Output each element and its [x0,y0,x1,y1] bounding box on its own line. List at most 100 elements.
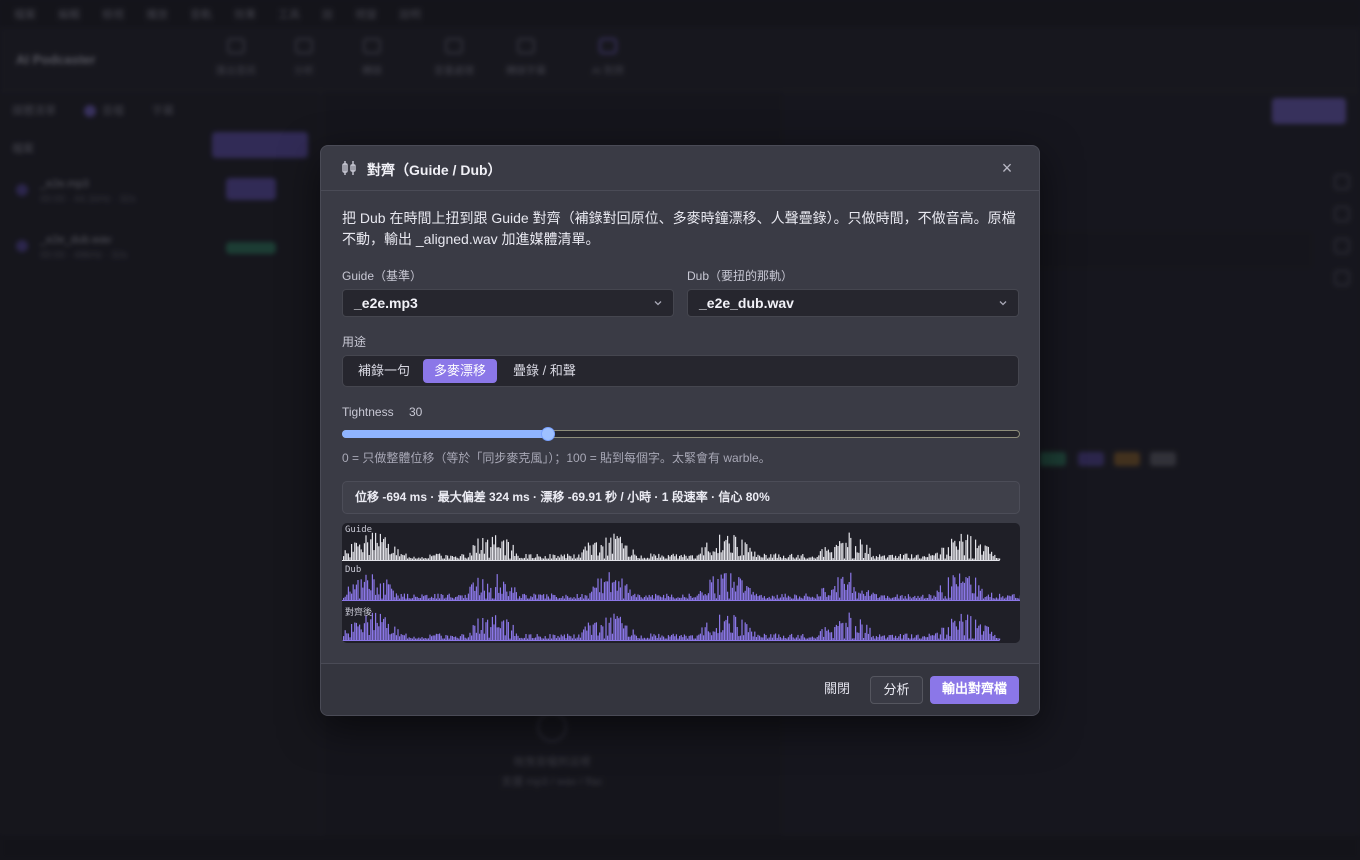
waveform-bar [515,553,517,560]
export-aligned-button[interactable]: 輸出對齊檔 [930,676,1019,704]
waveform-bar [938,592,940,600]
purpose-option-drift[interactable]: 多麥漂移 [423,359,498,383]
waveform-bar [397,595,399,600]
purpose-option-overdub[interactable]: 疊錄 / 和聲 [502,359,587,383]
waveform-bar [391,633,393,640]
waveform-bar [898,556,900,560]
waveform-bar [872,635,874,640]
waveform-bar [711,635,713,640]
slider-thumb[interactable] [541,427,555,441]
waveform-bar [503,540,505,560]
waveform-bar [555,597,557,600]
waveform-bar [848,532,850,560]
guide-label: Guide（基準） [342,269,423,283]
waveform-bar [679,636,681,640]
guide-select[interactable]: _e2e.mp3 [342,289,674,317]
waveform-bar [802,598,804,600]
waveform-bar [640,597,642,600]
waveform-bar [471,555,473,560]
analyze-button[interactable]: 分析 [870,676,923,704]
waveform-bar [413,636,415,640]
waveform-bar [509,591,511,600]
waveform-bar [448,558,450,560]
waveform-label: 對齊後 [345,608,373,618]
waveform-bar [792,637,794,640]
waveform-bar [907,594,909,600]
waveform-bar [887,637,889,640]
waveform-bar [394,597,396,600]
waveform-bar [943,547,945,560]
waveform-bar [650,633,652,640]
waveform-bar [453,598,455,600]
waveform-bar [511,550,513,560]
waveform-bar [573,554,575,560]
close-button[interactable]: 關閉 [811,676,863,704]
waveform-bar [906,598,908,600]
waveform-bar [861,590,863,600]
waveform-bar [362,552,364,560]
close-icon[interactable]: × [997,158,1017,178]
waveform-bar [443,638,445,640]
waveform-bar [709,552,711,560]
waveform-bar [504,555,506,560]
purpose-option-retake[interactable]: 補錄一句 [347,359,421,383]
waveform-bar [784,638,786,640]
waveform-bar [613,613,615,640]
waveform-bar [483,633,485,640]
waveform-bar [357,546,359,560]
waveform-bar [928,594,930,600]
waveform-bar [608,622,610,640]
waveform-bar [888,635,890,640]
waveform-bar [690,596,692,600]
waveform-bar [352,584,354,600]
waveform-bar [861,544,863,560]
waveform-bar [891,597,893,600]
waveform-bar [424,595,426,600]
waveform-bar [925,597,927,600]
waveform-bar [960,533,962,560]
waveform-bar [760,557,762,560]
dub-select[interactable]: _e2e_dub.wav [687,289,1019,317]
waveform-bar [480,592,482,600]
waveform-bar [547,596,549,600]
waveform-bar [855,546,857,560]
waveform-bar [744,622,746,640]
tightness-slider[interactable] [342,427,1020,441]
waveform-bar [917,554,919,560]
waveform-bar [815,558,817,560]
waveform-bar [856,598,858,600]
waveform-bar [701,592,703,600]
waveform-bar [997,638,999,640]
waveform-bar [994,598,996,600]
waveform-bar [512,592,514,600]
waveform-bar [576,557,578,560]
waveform-bar [837,626,839,640]
waveform-bar [909,638,911,640]
waveform-bar [936,632,938,640]
waveform-bar [450,555,452,560]
waveform-bar [835,624,837,640]
waveform-bar [760,594,762,600]
waveform-bar [851,638,853,640]
waveform-bar [955,584,957,600]
waveform-bar [363,581,365,600]
waveform-bar [605,537,607,560]
waveform-bar [477,618,479,640]
waveform-bar [525,634,527,640]
waveform-bar [399,636,401,640]
waveform-bar [343,556,345,560]
waveform-bar [711,555,713,560]
waveform-bar [575,558,577,560]
waveform-bar [647,557,649,560]
waveform-bar [714,593,716,600]
waveform-bar [914,557,916,560]
waveform-bar [639,595,641,600]
waveform-bar [423,596,425,600]
waveform-bar [829,632,831,640]
waveform-bar [976,548,978,560]
waveform-bar [407,593,409,600]
waveform-bar [586,550,588,560]
waveform-bar [687,638,689,640]
waveform-bar [851,593,853,600]
waveform-bar [675,598,677,600]
